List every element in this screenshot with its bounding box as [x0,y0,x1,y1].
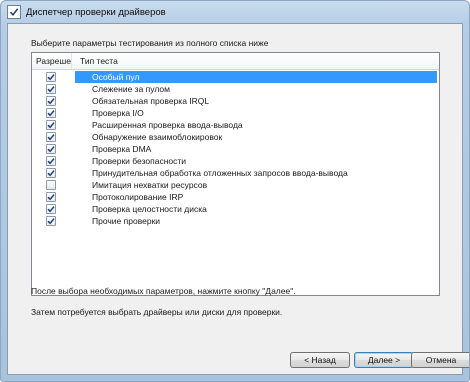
list-item[interactable]: Имитация нехватки ресурсов [32,179,439,191]
checkmark-icon [47,110,55,117]
enable-checkbox[interactable] [46,216,56,226]
list-item[interactable]: Проверки безопасности [32,155,439,167]
list-item-label: Особый пул [92,72,140,82]
back-button[interactable]: < Назад [290,352,350,368]
window-title: Диспетчер проверки драйверов [26,6,166,18]
list-item-label: Прочие проверки [92,216,161,226]
checkmark-icon [47,170,55,177]
list-item[interactable]: Обязательная проверка IRQL [32,95,439,107]
column-header-test-type[interactable]: Тип теста [73,53,118,69]
enable-checkbox[interactable] [46,132,56,142]
list-item-label: Принудительная обработка отложенных запр… [92,168,348,178]
driver-verifier-window: Диспетчер проверки драйверов Выберите па… [0,0,470,382]
list-item-label: Проверка целостности диска [92,204,207,214]
list-item[interactable]: Проверка целостности диска [32,203,439,215]
test-list[interactable]: Разреше... Тип теста Особый пул Слежение … [31,52,440,296]
enable-checkbox[interactable] [46,144,56,154]
enable-checkbox[interactable] [46,96,56,106]
title-bar[interactable]: Диспетчер проверки драйверов [1,1,469,23]
list-item-label: Проверки безопасности [92,156,187,166]
checkmark-icon [47,194,55,201]
list-item[interactable]: Проверка DMA [32,143,439,155]
enable-checkbox[interactable] [46,168,56,178]
instruction-note-next: После выбора необходимых параметров, наж… [31,286,296,296]
list-item[interactable]: Обнаружение взаимоблокировок [32,131,439,143]
checkmark-icon [47,74,55,81]
dialog-body: Выберите параметры тестирования из полно… [7,23,469,375]
checkmark-icon [47,158,55,165]
checkmark-icon [47,218,55,225]
cancel-button[interactable]: Отмена [411,352,469,368]
checkmark-icon [47,134,55,141]
list-item[interactable]: Проверка I/O [32,107,439,119]
list-item[interactable]: Протоколирование IRP [32,191,439,203]
instruction-text: Выберите параметры тестирования из полно… [31,38,269,48]
enable-checkbox[interactable] [46,204,56,214]
enable-checkbox[interactable] [46,72,56,82]
list-item[interactable]: Расширенная проверка ввода-вывода [32,119,439,131]
enable-checkbox[interactable] [46,120,56,130]
next-button[interactable]: Далее > [354,352,414,368]
list-item[interactable]: Принудительная обработка отложенных запр… [32,167,439,179]
list-item-label: Слежение за пулом [92,84,170,94]
list-item-label: Имитация нехватки ресурсов [92,180,208,190]
list-item-label: Расширенная проверка ввода-вывода [92,120,243,130]
enable-checkbox[interactable] [46,84,56,94]
list-item-label: Обязательная проверка IRQL [92,96,210,106]
list-item[interactable]: Слежение за пулом [32,83,439,95]
list-item-label: Проверка I/O [92,108,144,118]
list-item[interactable]: Прочие проверки [32,215,439,227]
checkmark-icon [47,206,55,213]
enable-checkbox[interactable] [46,192,56,202]
enable-checkbox[interactable] [46,180,56,190]
column-header-enabled[interactable]: Разреше... [32,53,72,69]
list-item-label: Обнаружение взаимоблокировок [92,132,223,142]
checkmark-icon [47,98,55,105]
list-item-label: Протоколирование IRP [92,192,184,202]
enable-checkbox[interactable] [46,108,56,118]
checkmark-icon [47,86,55,93]
list-item-label: Проверка DMA [92,144,152,154]
list-header: Разреше... Тип теста [32,53,439,70]
enable-checkbox[interactable] [46,156,56,166]
instruction-note-select-drivers: Затем потребуется выбрать драйверы или д… [31,307,283,317]
checkmark-app-icon [7,5,21,19]
list-item[interactable]: Особый пул [32,71,439,83]
checkmark-icon [47,122,55,129]
checkmark-icon [47,146,55,153]
